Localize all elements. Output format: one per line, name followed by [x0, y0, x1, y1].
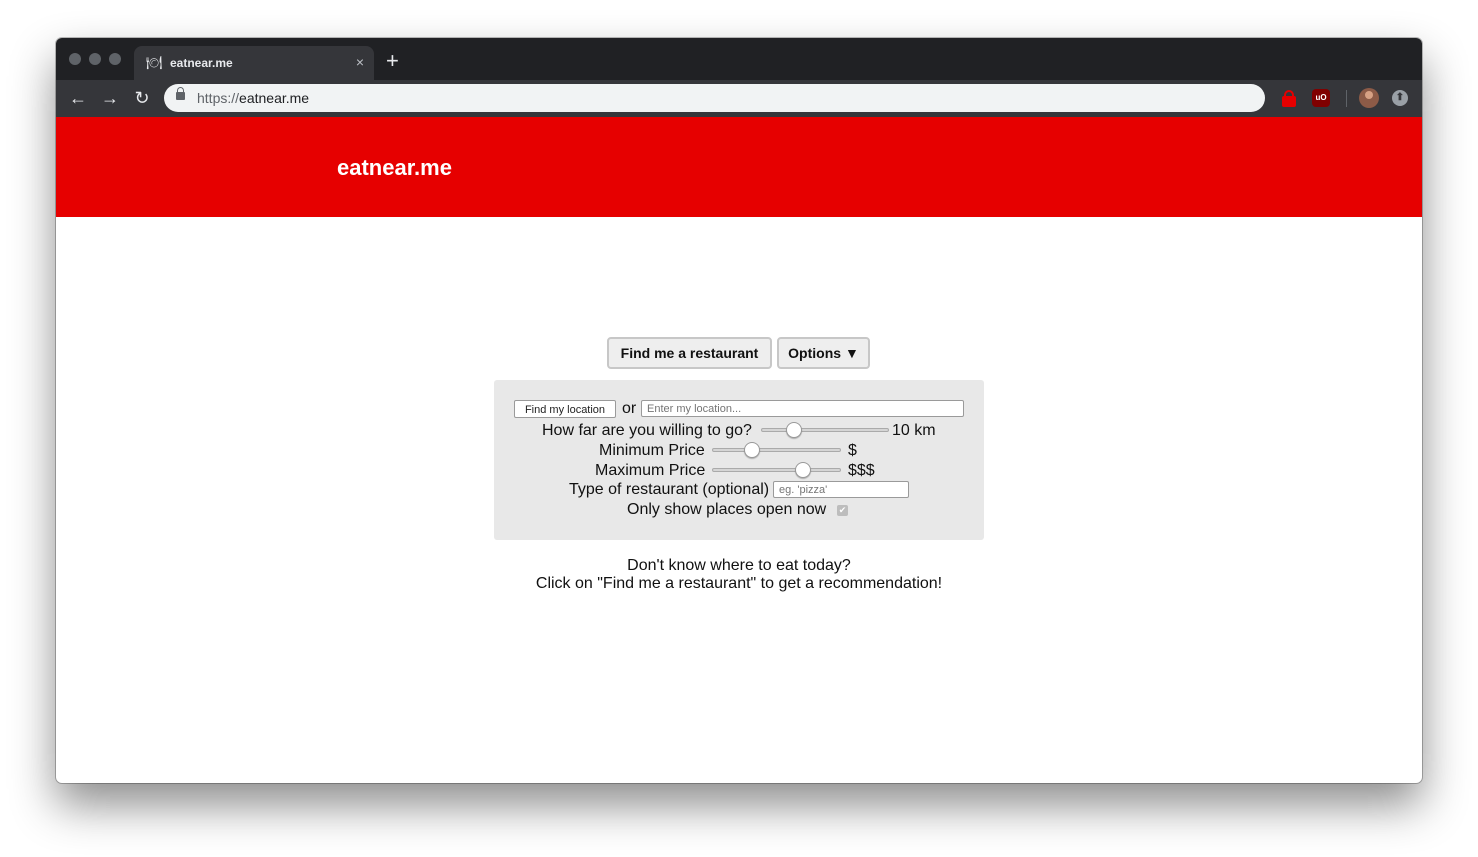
- distance-slider[interactable]: [761, 422, 889, 438]
- update-icon[interactable]: ⬆: [1392, 90, 1408, 106]
- browser-toolbar: ← → ↻ https://eatnear.me uO ⬆: [56, 80, 1422, 117]
- distance-label: How far are you willing to go?: [542, 422, 752, 439]
- lock-icon: [176, 87, 185, 100]
- open-now-checkbox[interactable]: ✔: [837, 505, 848, 516]
- back-arrow-icon[interactable]: ←: [68, 88, 88, 108]
- or-text: or: [622, 400, 637, 417]
- restaurant-type-label: Type of restaurant (optional): [569, 481, 770, 498]
- location-input[interactable]: [641, 400, 964, 417]
- site-brand[interactable]: eatnear.me: [337, 155, 452, 181]
- distance-slider-thumb[interactable]: [786, 422, 802, 438]
- tab-title: eatnear.me: [170, 56, 233, 70]
- max-price-slider-thumb[interactable]: [795, 462, 811, 478]
- minimize-window-button[interactable]: [89, 53, 101, 65]
- close-icon[interactable]: ×: [356, 54, 364, 70]
- toolbar-divider: [1346, 90, 1347, 107]
- min-price-slider[interactable]: [712, 442, 841, 458]
- url-text: https://eatnear.me: [197, 90, 310, 106]
- checkmark-icon: ✔: [838, 505, 847, 515]
- restaurant-type-input[interactable]: [773, 481, 909, 498]
- ublock-origin-icon[interactable]: uO: [1312, 89, 1330, 107]
- new-tab-button[interactable]: +: [386, 48, 399, 74]
- max-price-value: $$$: [848, 462, 875, 479]
- reload-icon[interactable]: ↻: [132, 88, 152, 108]
- distance-value: 10 km: [892, 422, 936, 439]
- min-price-slider-thumb[interactable]: [744, 442, 760, 458]
- browser-window: 🍽 eatnear.me × + ← → ↻ https://eatnear.m…: [56, 38, 1422, 783]
- max-price-slider[interactable]: [712, 462, 841, 478]
- options-panel: Find my location or How far are you will…: [494, 380, 984, 540]
- min-price-value: $: [848, 442, 857, 459]
- find-restaurant-button[interactable]: Find me a restaurant: [607, 337, 772, 369]
- find-my-location-button[interactable]: Find my location: [514, 400, 616, 418]
- tab-bar: 🍽 eatnear.me × +: [56, 38, 1422, 80]
- info-line-2: Click on "Find me a restaurant" to get a…: [535, 575, 943, 592]
- site-header: eatnear.me: [56, 117, 1422, 217]
- options-button[interactable]: Options ▼: [777, 337, 870, 369]
- zoom-window-button[interactable]: [109, 53, 121, 65]
- max-price-label: Maximum Price: [595, 462, 706, 479]
- forward-arrow-icon[interactable]: →: [100, 88, 120, 108]
- close-window-button[interactable]: [69, 53, 81, 65]
- red-lock-extension-icon[interactable]: [1280, 89, 1298, 107]
- open-now-label: Only show places open now: [627, 501, 827, 518]
- profile-avatar[interactable]: [1359, 88, 1379, 108]
- plate-cutlery-icon: 🍽: [146, 55, 163, 70]
- min-price-label: Minimum Price: [599, 442, 705, 459]
- tab-eatnear[interactable]: 🍽 eatnear.me ×: [134, 46, 374, 80]
- address-bar[interactable]: https://eatnear.me: [164, 84, 1265, 112]
- info-line-1: Don't know where to eat today?: [627, 557, 851, 574]
